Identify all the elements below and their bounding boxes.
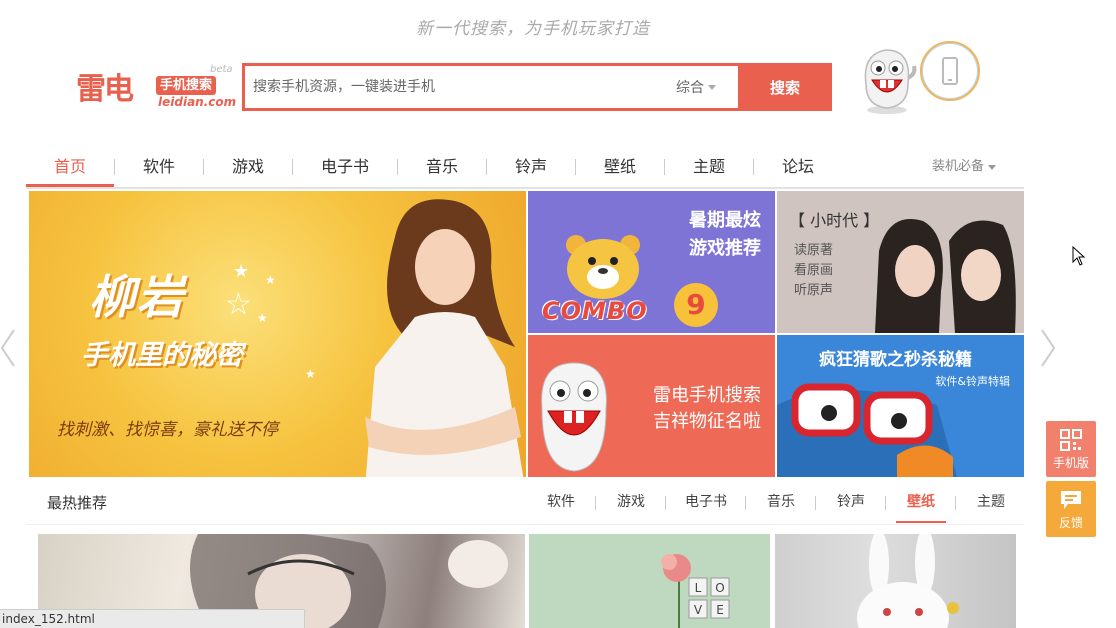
love-letter: L: [695, 581, 702, 595]
love-letter: O: [715, 581, 724, 595]
banner-tiny-times[interactable]: 【 小时代 】 读原著 看原画 听原声: [777, 191, 1024, 333]
mascot-icon: [541, 362, 607, 472]
wallpaper-thumb[interactable]: L O V E: [529, 534, 770, 628]
banner-game-number: 9: [674, 283, 718, 327]
slogan: 新一代搜索，为手机玩家打造: [416, 19, 650, 39]
browser-status-bar: index_152.html: [0, 609, 305, 628]
banner-mascot-naming[interactable]: 雷电手机搜索 吉祥物征名啦: [528, 335, 775, 477]
banner-movie-line: 看原画: [794, 263, 834, 278]
nav-item-ebooks[interactable]: 电子书: [293, 147, 397, 187]
banner-main-tagline: 找刺激、找惊喜，豪礼送不停: [57, 420, 278, 440]
site-logo[interactable]: 雷电 手机搜索 leidian.com beta: [76, 64, 237, 114]
banner-main-subtitle: 手机里的秘密: [81, 340, 243, 371]
nav-item-wallpapers[interactable]: 壁纸: [576, 147, 664, 187]
feedback-label: 反馈: [1058, 516, 1083, 530]
tab-software[interactable]: 软件: [536, 481, 586, 523]
nav-item-games[interactable]: 游戏: [204, 147, 292, 187]
hot-recommend-header: 最热推荐 软件 游戏 电子书 音乐 铃声 壁纸 主题: [26, 481, 1024, 525]
logo-tag: 手机搜索: [156, 76, 217, 95]
chevron-down-icon: [708, 84, 716, 90]
logo-beta: beta: [210, 64, 233, 75]
logo-main-text: 雷电: [76, 72, 134, 107]
wallpaper-love-image: L O V E: [661, 554, 730, 628]
movie-photo: [875, 219, 1016, 333]
banner-mascot-line2: 吉祥物征名啦: [653, 411, 761, 432]
banner-main-title: 柳岩: [89, 270, 185, 324]
search-button[interactable]: 搜索: [738, 63, 832, 111]
tab-music[interactable]: 音乐: [756, 481, 806, 523]
star-icon: ★: [233, 261, 250, 282]
mobile-version-button[interactable]: 手机版: [1046, 421, 1096, 477]
banner-movie-line: 听原声: [794, 283, 834, 298]
tab-divider: [815, 496, 816, 510]
tab-ringtones[interactable]: 铃声: [826, 481, 876, 523]
tab-ebooks[interactable]: 电子书: [676, 481, 736, 523]
chevron-down-icon: [988, 164, 996, 170]
feedback-button[interactable]: 反馈: [1046, 481, 1096, 537]
section-title: 最热推荐: [47, 494, 108, 512]
banner-game-text: 暑期最炫 游戏推荐: [689, 207, 761, 263]
banner-main[interactable]: ☆ ★ ★ ★ ★ 柳岩 手机里的秘密 找刺激、找惊喜，豪礼送不停: [29, 191, 526, 477]
star-icon: ★: [257, 311, 268, 325]
glasses-character-icon: [777, 383, 957, 477]
nav-item-software[interactable]: 软件: [115, 147, 203, 187]
phone-icon: [942, 57, 958, 85]
search-bar: 综合 搜索: [242, 63, 832, 111]
wallpaper-thumb[interactable]: [775, 534, 1016, 628]
celebrity-photo: [365, 199, 524, 477]
mobile-qr-link[interactable]: [920, 41, 980, 101]
main-nav: 首页 软件 游戏 电子书 音乐 铃声 壁纸 主题 论坛 装机必备: [26, 147, 1024, 189]
qr-code-icon: [1060, 429, 1082, 451]
logo-domain: leidian.com: [158, 95, 237, 109]
banner-game-line1: 暑期最炫: [689, 210, 761, 231]
nav-item-music[interactable]: 音乐: [398, 147, 486, 187]
tab-divider: [885, 496, 886, 510]
mascot-icon: [864, 49, 917, 114]
nav-item-ringtones[interactable]: 铃声: [487, 147, 575, 187]
tab-divider: [665, 496, 666, 510]
search-category-label: 综合: [676, 80, 704, 96]
banner-game-line2: 游戏推荐: [689, 238, 761, 259]
love-letter: E: [716, 603, 724, 617]
page: 新一代搜索，为手机玩家打造 雷电 手机搜索 leidian.com beta 综…: [0, 0, 1116, 628]
tab-wallpapers[interactable]: 壁纸: [896, 481, 946, 523]
nav-item-home[interactable]: 首页: [26, 147, 114, 187]
nav-item-themes[interactable]: 主题: [665, 147, 753, 187]
mouse-cursor-icon: [1072, 246, 1086, 266]
banner-mascot-line1: 雷电手机搜索: [653, 385, 761, 406]
search-category-select[interactable]: 综合: [676, 77, 738, 97]
feedback-icon: [1061, 491, 1081, 509]
nav-more-dropdown[interactable]: 装机必备: [932, 147, 996, 187]
banner-summer-games[interactable]: 暑期最炫 游戏推荐 COMBO 9: [528, 191, 775, 333]
banner-movie-title: 【 小时代 】: [789, 211, 880, 230]
love-letter: V: [694, 603, 703, 617]
tab-divider: [745, 496, 746, 510]
banner-mascot-text: 雷电手机搜索 吉祥物征名啦: [653, 383, 761, 435]
tab-divider: [595, 496, 596, 510]
star-icon: ★: [265, 273, 276, 287]
banner-movie-line: 读原著: [794, 243, 834, 258]
search-input[interactable]: [245, 66, 676, 108]
banner-game-combo: COMBO: [542, 297, 648, 325]
slider-prev-icon[interactable]: [0, 328, 16, 368]
nav-more-label: 装机必备: [931, 159, 984, 174]
tab-divider: [955, 496, 956, 510]
mobile-version-label: 手机版: [1052, 456, 1089, 470]
star-icon: ☆: [225, 287, 252, 322]
nav-item-forum[interactable]: 论坛: [754, 147, 842, 187]
star-icon: ★: [305, 367, 316, 381]
bear-icon: [566, 235, 640, 299]
banner-guess-song[interactable]: 疯狂猜歌之秒杀秘籍 软件&铃声特辑: [777, 335, 1024, 477]
wallpaper-rabbit-image: [857, 534, 959, 628]
tab-themes[interactable]: 主题: [966, 481, 1016, 523]
tab-games[interactable]: 游戏: [606, 481, 656, 523]
slider-next-icon[interactable]: [1040, 328, 1056, 368]
